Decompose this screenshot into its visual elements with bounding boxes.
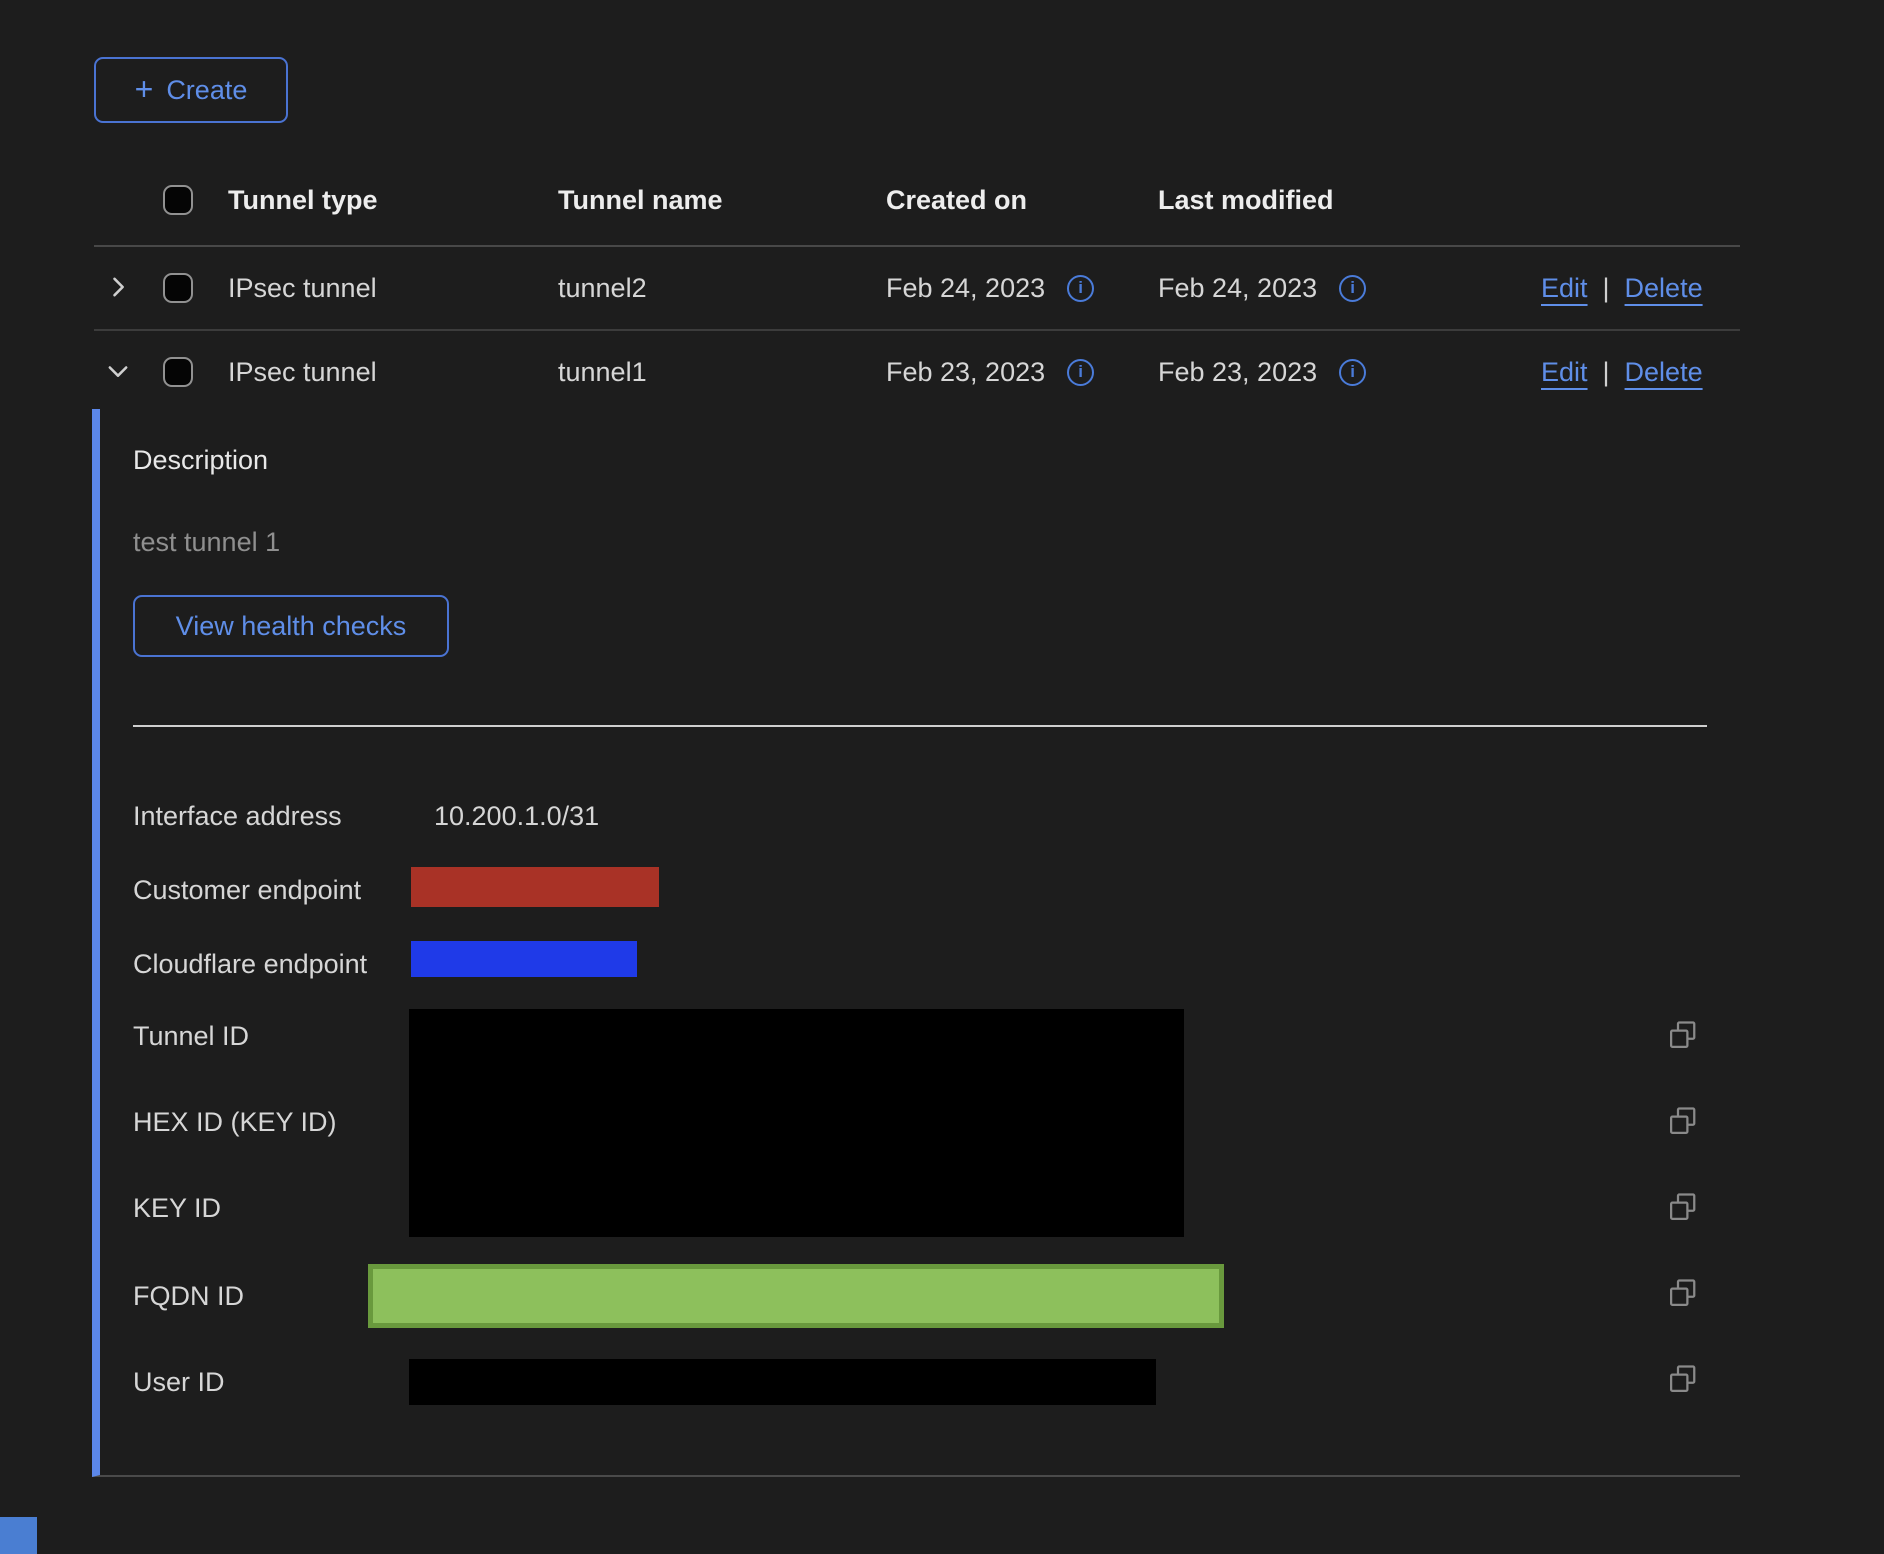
tunnel-type-value: IPsec tunnel — [228, 357, 558, 388]
table-row-tunnel1: IPsec tunnel tunnel1 Feb 23, 2023 i Feb … — [94, 331, 1740, 413]
info-icon[interactable]: i — [1339, 275, 1366, 302]
copy-fqdn-id-button[interactable] — [1666, 1277, 1700, 1311]
tunnels-table: Tunnel type Tunnel name Created on Last … — [94, 155, 1740, 413]
created-on-value: Feb 23, 2023 — [886, 357, 1045, 388]
actions-separator: | — [1603, 273, 1610, 304]
cloudflare-endpoint-label: Cloudflare endpoint — [133, 949, 367, 980]
copy-icon — [1668, 1278, 1698, 1311]
create-button-label: Create — [166, 75, 247, 106]
fqdn-id-redacted-value — [368, 1264, 1224, 1328]
interface-address-value: 10.200.1.0/31 — [434, 801, 599, 832]
create-button[interactable]: + Create — [94, 57, 288, 123]
table-header-row: Tunnel type Tunnel name Created on Last … — [94, 155, 1740, 247]
bottom-left-accent — [0, 1517, 37, 1554]
last-modified-value: Feb 24, 2023 — [1158, 273, 1317, 304]
tunnel-name-value: tunnel1 — [558, 357, 886, 388]
customer-endpoint-redacted-value — [411, 867, 659, 907]
last-modified-value: Feb 23, 2023 — [1158, 357, 1317, 388]
description-value: test tunnel 1 — [133, 527, 280, 558]
cloudflare-endpoint-redacted-value — [411, 941, 637, 977]
expand-row-button[interactable] — [104, 273, 132, 304]
info-icon[interactable]: i — [1339, 359, 1366, 386]
interface-address-label: Interface address — [133, 801, 342, 832]
copy-icon — [1668, 1364, 1698, 1397]
delete-link[interactable]: Delete — [1625, 357, 1703, 388]
copy-key-id-button[interactable] — [1666, 1191, 1700, 1225]
created-on-value: Feb 24, 2023 — [886, 273, 1045, 304]
collapse-row-button[interactable] — [104, 357, 132, 388]
info-icon[interactable]: i — [1067, 359, 1094, 386]
tunnel-name-value: tunnel2 — [558, 273, 886, 304]
header-created-on: Created on — [886, 185, 1158, 216]
copy-hex-id-button[interactable] — [1666, 1105, 1700, 1139]
panel-divider — [133, 725, 1707, 727]
copy-tunnel-id-button[interactable] — [1666, 1019, 1700, 1053]
view-health-checks-button[interactable]: View health checks — [133, 595, 449, 657]
info-icon[interactable]: i — [1067, 275, 1094, 302]
description-label: Description — [133, 445, 268, 476]
chevron-right-icon — [104, 273, 132, 304]
header-tunnel-type: Tunnel type — [228, 185, 558, 216]
edit-link[interactable]: Edit — [1541, 357, 1588, 388]
tunnel-details-panel: Description test tunnel 1 View health ch… — [92, 409, 1740, 1477]
plus-icon: + — [135, 73, 154, 105]
actions-separator: | — [1603, 357, 1610, 388]
edit-link[interactable]: Edit — [1541, 273, 1588, 304]
tunnels-page: + Create Tunnel type Tunnel name Created… — [0, 0, 1884, 1554]
chevron-down-icon — [104, 357, 132, 388]
table-row-tunnel2: IPsec tunnel tunnel2 Feb 24, 2023 i Feb … — [94, 247, 1740, 331]
row-checkbox[interactable] — [163, 357, 193, 387]
user-id-label: User ID — [133, 1367, 225, 1398]
ids-redacted-values — [409, 1009, 1184, 1237]
customer-endpoint-label: Customer endpoint — [133, 875, 361, 906]
copy-user-id-button[interactable] — [1666, 1363, 1700, 1397]
header-tunnel-name: Tunnel name — [558, 185, 886, 216]
copy-icon — [1668, 1020, 1698, 1053]
fqdn-id-label: FQDN ID — [133, 1281, 244, 1312]
hex-id-label: HEX ID (KEY ID) — [133, 1107, 337, 1138]
delete-link[interactable]: Delete — [1625, 273, 1703, 304]
key-id-label: KEY ID — [133, 1193, 221, 1224]
header-last-modified: Last modified — [1158, 185, 1541, 216]
select-all-checkbox[interactable] — [163, 185, 193, 215]
row-checkbox[interactable] — [163, 273, 193, 303]
tunnel-type-value: IPsec tunnel — [228, 273, 558, 304]
copy-icon — [1668, 1106, 1698, 1139]
user-id-redacted-value — [409, 1359, 1156, 1405]
tunnel-id-label: Tunnel ID — [133, 1021, 249, 1052]
copy-icon — [1668, 1192, 1698, 1225]
